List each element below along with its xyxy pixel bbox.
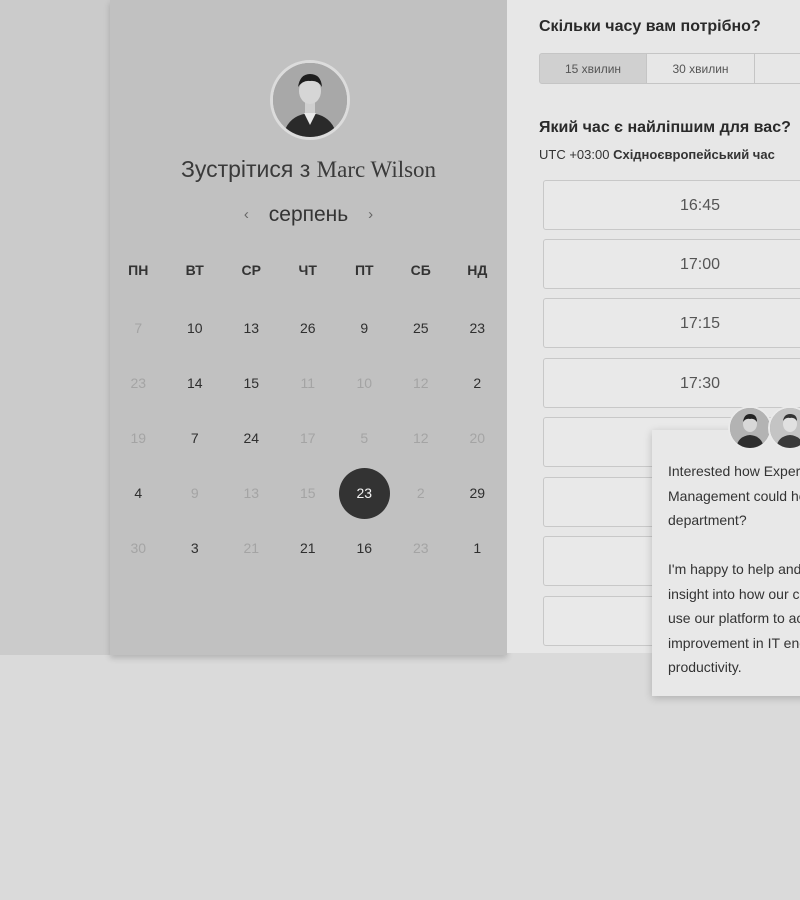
weekday-label: ПТ bbox=[354, 262, 374, 278]
background-strip bbox=[0, 0, 110, 655]
month-label: серпень bbox=[268, 203, 349, 226]
calendar-day: 15 bbox=[299, 485, 316, 501]
chevron-left-icon[interactable]: ‹ bbox=[244, 206, 249, 223]
calendar-day: 23 bbox=[130, 375, 147, 391]
calendar-week: 19 7 24 17 5 12 20 bbox=[110, 427, 507, 449]
time-slot-button[interactable]: 17:30 bbox=[543, 358, 800, 408]
host-name: Marc Wilson bbox=[316, 157, 437, 182]
calendar-day: 19 bbox=[130, 430, 147, 446]
agent-avatar bbox=[728, 406, 772, 450]
calendar-day: 5 bbox=[360, 430, 369, 446]
weekday-header: ПН ВТ СР ЧТ ПТ СБ НД bbox=[110, 262, 507, 278]
duration-question: Скільки часу вам потрібно? bbox=[539, 18, 761, 35]
duration-tabs: 15 хвилин 30 хвилин 1 bbox=[539, 53, 800, 84]
selected-day-number: 23 bbox=[356, 485, 373, 501]
weekday-label: НД bbox=[467, 262, 488, 278]
calendar-day: 12 bbox=[412, 375, 429, 391]
calendar-day[interactable]: 14 bbox=[167, 372, 224, 394]
duration-tab-15[interactable]: 15 хвилин bbox=[539, 53, 647, 84]
calendar-day: 20 bbox=[469, 430, 486, 446]
calendar-day[interactable]: 16 bbox=[336, 537, 393, 559]
calendar-day: 11 bbox=[300, 375, 316, 391]
chat-message-paragraph: Interested how Expert Management could h… bbox=[668, 463, 800, 528]
chat-message-paragraph: I'm happy to help and give insight into … bbox=[668, 561, 800, 675]
calendar-day[interactable]: 21 bbox=[280, 537, 337, 559]
calendar-day: 10 bbox=[356, 375, 373, 391]
calendar-day: 13 bbox=[243, 485, 260, 501]
meeting-title: Зустрітися з Marc Wilson bbox=[110, 156, 507, 183]
calendar-day: 23 bbox=[412, 540, 429, 556]
weekday-label: СР bbox=[241, 262, 261, 278]
calendar-day[interactable]: 24 bbox=[223, 427, 280, 449]
calendar-day: 17 bbox=[299, 430, 316, 446]
calendar-day[interactable]: 7 bbox=[167, 427, 224, 449]
chevron-right-icon[interactable]: › bbox=[368, 206, 373, 223]
calendar-week: 23 14 15 11 10 12 2 bbox=[110, 372, 507, 394]
calendar-day: 7 bbox=[134, 320, 143, 336]
time-question: Який час є найліпшим для вас? bbox=[539, 119, 791, 136]
host-avatar bbox=[270, 60, 350, 140]
calendar-day: 2 bbox=[416, 485, 425, 501]
weekday-label: СБ bbox=[410, 262, 431, 278]
time-slot-button[interactable]: 17:00 bbox=[543, 239, 800, 289]
time-slot-label: 16:45 bbox=[679, 197, 721, 214]
time-slot-button[interactable]: 16:45 bbox=[543, 180, 800, 230]
duration-tab-30[interactable]: 30 хвилин bbox=[647, 53, 755, 84]
calendar-day[interactable]: 26 bbox=[280, 317, 337, 339]
calendar-day[interactable]: 25 bbox=[393, 317, 450, 339]
weekday-label: ВТ bbox=[185, 262, 204, 278]
calendar-day[interactable]: 13 bbox=[223, 317, 280, 339]
timezone-name: Східноєвропейський час bbox=[613, 147, 775, 162]
calendar-day-selected[interactable]: 23 bbox=[336, 467, 393, 519]
month-navigation: ‹ серпень › bbox=[110, 203, 507, 227]
duration-tab-60[interactable]: 1 bbox=[755, 53, 800, 84]
calendar-day[interactable]: 3 bbox=[167, 537, 224, 559]
calendar-day[interactable]: 9 bbox=[336, 317, 393, 339]
time-slot-label: 17:00 bbox=[679, 256, 721, 273]
calendar-week: 4 9 13 15 23 2 29 bbox=[110, 467, 507, 519]
calendar-week: 30 3 21 21 16 23 1 bbox=[110, 537, 507, 559]
time-slot-button[interactable]: 17:15 bbox=[543, 298, 800, 348]
meeting-title-prefix: Зустрітися з bbox=[180, 156, 311, 182]
timezone-label: UTC +03:00 Східноєвропейський час bbox=[539, 147, 775, 162]
calendar-day[interactable]: 15 bbox=[223, 372, 280, 394]
weekday-label: ЧТ bbox=[298, 262, 317, 278]
calendar-day[interactable]: 29 bbox=[449, 482, 506, 504]
chat-popup[interactable]: Interested how Expert Management could h… bbox=[652, 430, 800, 696]
time-slot-label: 17:15 bbox=[679, 315, 721, 332]
calendar-panel: Зустрітися з Marc Wilson ‹ серпень › ПН … bbox=[110, 0, 507, 655]
calendar-day[interactable]: 2 bbox=[449, 372, 506, 394]
weekday-label: ПН bbox=[128, 262, 149, 278]
calendar-day: 21 bbox=[243, 540, 260, 556]
calendar-day[interactable]: 23 bbox=[449, 317, 506, 339]
timezone-offset: UTC +03:00 bbox=[539, 147, 610, 162]
calendar-day: 9 bbox=[190, 485, 199, 501]
calendar-day[interactable]: 10 bbox=[167, 317, 224, 339]
calendar-day[interactable]: 1 bbox=[449, 537, 506, 559]
calendar-day[interactable]: 4 bbox=[110, 482, 167, 504]
calendar-week: 7 10 13 26 9 25 23 bbox=[110, 317, 507, 339]
calendar-day: 12 bbox=[412, 430, 429, 446]
calendar-day: 30 bbox=[130, 540, 147, 556]
time-slot-label: 17:30 bbox=[679, 375, 721, 392]
